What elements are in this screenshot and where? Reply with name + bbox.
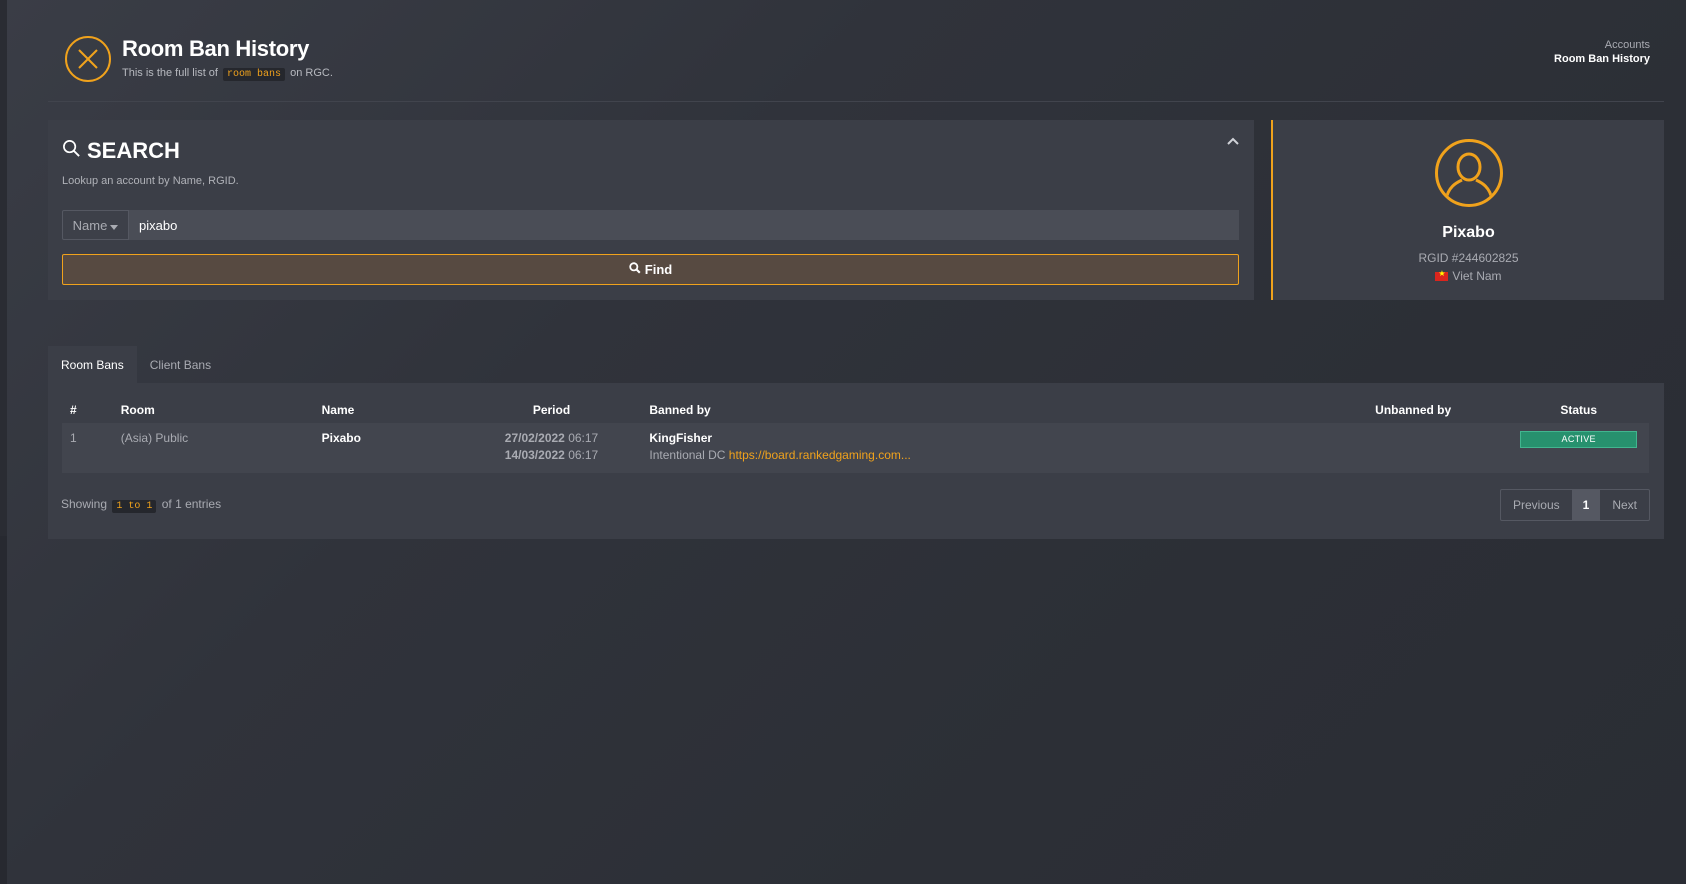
profile-card: Pixabo RGID #244602825 Viet Nam [1271,120,1664,300]
col-header-name[interactable]: Name [314,397,462,423]
entries-info: Showing 1 to 1 of 1 entries [61,497,222,513]
period-end: 14/03/2022 06:17 [470,447,634,464]
profile-country: Viet Nam [1273,269,1664,283]
collapse-button[interactable] [1224,132,1242,150]
subtitle-suffix: on RGC. [290,67,333,79]
showing-prefix: Showing [61,497,108,511]
page-subtitle: This is the full list of room bans on RG… [122,67,333,81]
find-label: Find [644,262,673,277]
breadcrumb-current: Room Ban History [1554,53,1650,65]
chevron-up-icon [1227,132,1239,150]
page-header: Room Ban History This is the full list o… [48,0,1664,102]
vietnam-flag-icon [1435,269,1449,281]
search-icon [62,138,81,164]
breadcrumb-accounts[interactable]: Accounts [1554,38,1650,52]
start-time: 06:17 [568,431,599,445]
next-page-button[interactable]: Next [1600,490,1649,520]
cell-banned-by: KingFisher Intentional DC https://board.… [641,423,1319,473]
search-input[interactable] [129,210,1239,240]
search-icon [629,262,641,277]
end-date: 14/03/2022 [504,448,565,462]
banned-by-name[interactable]: KingFisher [649,430,1310,447]
breadcrumb: Accounts Room Ban History [1554,38,1650,66]
col-header-period[interactable]: Period [462,397,642,423]
start-date: 27/02/2022 [504,431,565,445]
find-button[interactable]: Find [62,254,1239,285]
previous-page-button[interactable]: Previous [1501,490,1572,520]
col-header-room[interactable]: Room [113,397,314,423]
tab-room-bans[interactable]: Room Bans [48,346,137,383]
page-title: Room Ban History [122,36,310,61]
page-1-button[interactable]: 1 [1571,490,1601,520]
pagination: Previous 1 Next [1499,489,1650,521]
ban-tabs: Room Bans Client Bans [48,346,224,383]
ban-reason: Intentional DC [649,448,726,462]
subtitle-code: room bans [223,68,286,81]
ban-table: # Room Name Period Banned by Unbanned by… [62,397,1649,473]
ban-evidence-link[interactable]: https://board.rankedgaming.com... [729,448,911,462]
status-badge: ACTIVE [1520,431,1638,448]
profile-rgid: RGID #244602825 [1418,251,1519,265]
cell-status: ACTIVE [1508,423,1649,473]
search-filter-dropdown[interactable]: Name [62,210,129,240]
search-heading: SEARCH [62,138,180,164]
col-header-unbanned-by[interactable]: Unbanned by [1318,397,1508,423]
cell-room: (Asia) Public [112,423,314,473]
showing-range: 1 to 1 [112,500,157,513]
profile-name: Pixabo [1442,224,1495,241]
user-icon [1444,152,1494,201]
ban-reason-line: Intentional DC https://board.rankedgamin… [649,447,1310,464]
search-description: Lookup an account by Name, RGID. [62,175,239,187]
ban-table-panel: # Room Name Period Banned by Unbanned by… [48,383,1664,539]
tab-client-bans[interactable]: Client Bans [137,346,224,383]
country-name: Viet Nam [1452,269,1502,283]
cell-name[interactable]: Pixabo [313,423,462,473]
search-panel: SEARCH Lookup an account by Name, RGID. … [48,120,1254,300]
avatar [1435,139,1503,207]
col-header-banned-by[interactable]: Banned by [641,397,1318,423]
cell-unbanned-by [1318,423,1509,473]
cell-num: 1 [62,423,113,473]
cell-period: 27/02/2022 06:17 14/03/2022 06:17 [461,423,642,473]
table-row: 1 (Asia) Public Pixabo 27/02/2022 06:17 … [62,423,1649,473]
table-header-row: # Room Name Period Banned by Unbanned by… [62,397,1649,423]
ban-circle-icon [65,36,111,82]
period-start: 27/02/2022 06:17 [470,430,634,447]
showing-suffix: of 1 entries [161,497,222,511]
left-sidebar-edge [0,0,7,536]
search-title: SEARCH [87,138,180,163]
subtitle-prefix: This is the full list of [122,67,218,79]
col-header-num[interactable]: # [62,397,113,423]
left-sidebar-edge-lower [0,536,7,884]
end-time: 06:17 [568,448,599,462]
filter-label: Name [72,217,108,233]
col-header-status[interactable]: Status [1508,397,1649,423]
caret-down-icon [110,218,119,233]
